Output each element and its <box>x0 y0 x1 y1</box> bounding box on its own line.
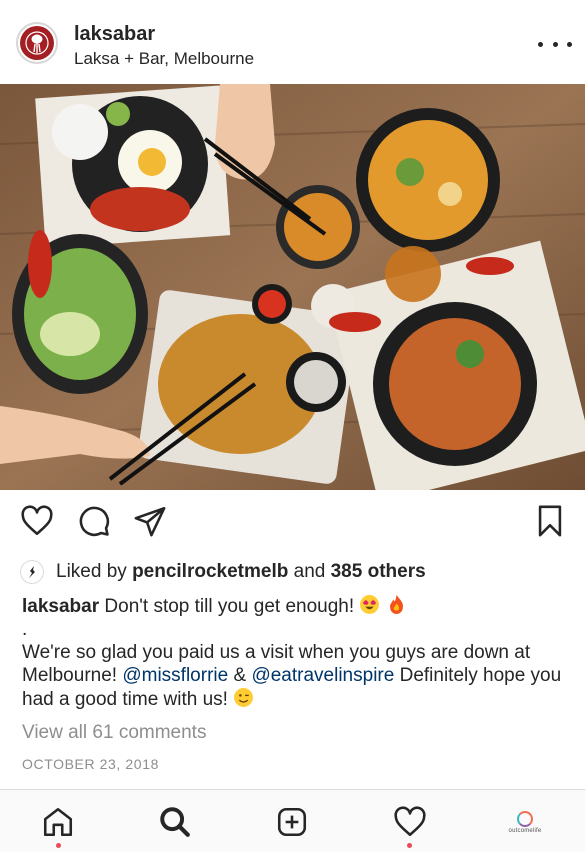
more-options-icon[interactable] <box>538 32 572 56</box>
post-photo[interactable] <box>0 84 585 490</box>
liker-username[interactable]: pencilrocketmelb <box>132 561 288 583</box>
fire-emoji-icon <box>389 595 403 614</box>
caption-author[interactable]: laksabar <box>22 596 99 617</box>
heart-icon[interactable] <box>17 500 57 542</box>
mention-eatravelinspire[interactable]: @eatravelinspire <box>251 665 394 686</box>
post-caption: laksabar Don't stop till you get enough!… <box>22 594 567 711</box>
likes-summary[interactable]: Liked by pencilrocketmelb and 385 others <box>20 558 426 586</box>
likes-joiner: and <box>293 561 326 582</box>
caption-dot: . <box>22 619 28 640</box>
bottom-nav: outcomelife <box>0 789 585 852</box>
post-actions <box>0 500 585 546</box>
food-spread-image <box>0 84 585 490</box>
activity-heart-icon[interactable] <box>390 802 430 842</box>
add-post-icon[interactable] <box>272 802 312 842</box>
view-all-comments-link[interactable]: View all 61 comments <box>22 722 206 744</box>
liker-avatar[interactable] <box>20 560 44 584</box>
heart-eyes-emoji-icon <box>360 595 380 614</box>
caption-line1: Don't stop till you get enough! <box>104 596 355 617</box>
search-icon[interactable] <box>155 802 195 842</box>
home-icon[interactable] <box>38 802 78 842</box>
likes-others[interactable]: 385 others <box>331 561 426 583</box>
wink-emoji-icon <box>234 688 254 707</box>
laksabar-logo <box>20 26 54 60</box>
account-username[interactable]: laksabar <box>74 23 155 46</box>
post-location[interactable]: Laksa + Bar, Melbourne <box>74 49 254 69</box>
home-notification-dot <box>56 843 61 848</box>
paper-plane-icon[interactable] <box>130 500 170 542</box>
account-avatar[interactable] <box>16 22 58 64</box>
profile-logo <box>517 810 533 827</box>
likes-prefix: Liked by <box>56 561 127 582</box>
profile-icon[interactable]: outcomelife <box>508 808 542 836</box>
profile-label: outcomelife <box>508 827 542 834</box>
caption-amp: & <box>233 665 247 686</box>
activity-notification-dot <box>407 843 412 848</box>
comment-icon[interactable] <box>74 500 114 542</box>
post-header: laksabar Laksa + Bar, Melbourne <box>0 0 585 88</box>
post-date: OCTOBER 23, 2018 <box>22 756 159 772</box>
bookmark-icon[interactable] <box>530 500 570 542</box>
mention-missflorrie[interactable]: @missflorrie <box>122 665 228 686</box>
